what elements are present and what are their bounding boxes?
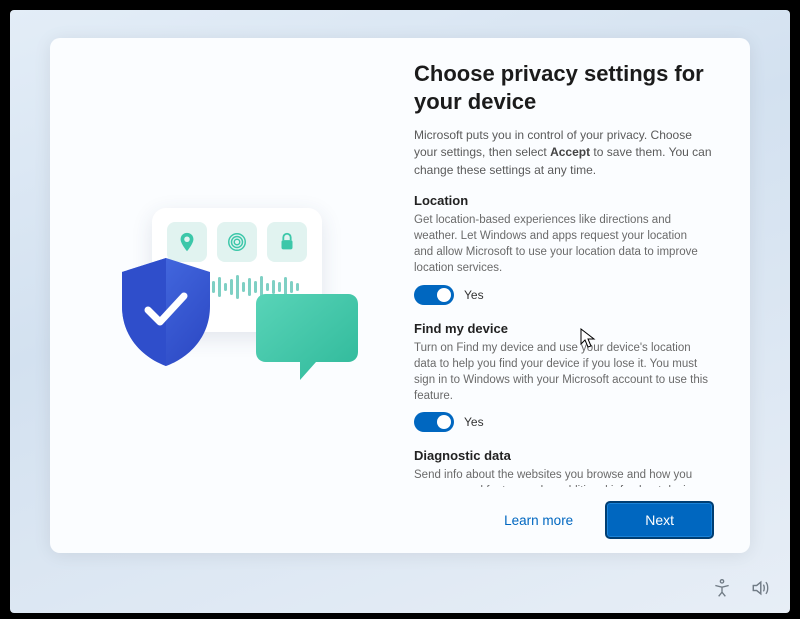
toggle-label: Yes — [464, 415, 484, 429]
intro-text-bold: Accept — [550, 145, 590, 159]
chat-bubble-icon — [252, 286, 372, 386]
accessibility-icon[interactable] — [712, 578, 732, 603]
fingerprint-icon — [217, 222, 257, 262]
setting-find-my-device: Find my device Turn on Find my device an… — [414, 321, 708, 432]
learn-more-link[interactable]: Learn more — [494, 505, 583, 536]
oobe-desktop: Choose privacy settings for your device … — [10, 10, 790, 613]
find-my-device-toggle[interactable] — [414, 412, 454, 432]
lock-icon — [267, 222, 307, 262]
shield-check-icon — [116, 254, 216, 372]
setting-desc: Get location-based experiences like dire… — [414, 212, 708, 276]
setting-desc: Turn on Find my device and use your devi… — [414, 340, 708, 404]
system-tray — [712, 578, 770, 603]
privacy-illustration — [102, 196, 362, 396]
page-title: Choose privacy settings for your device — [414, 60, 720, 115]
next-button[interactable]: Next — [605, 501, 714, 539]
setting-title: Find my device — [414, 321, 708, 336]
privacy-settings-card: Choose privacy settings for your device … — [50, 38, 750, 553]
setting-location: Location Get location-based experiences … — [414, 193, 708, 304]
setting-title: Location — [414, 193, 708, 208]
footer-actions: Learn more Next — [414, 487, 720, 539]
setting-diagnostic-data: Diagnostic data Send info about the webs… — [414, 448, 708, 487]
location-toggle[interactable] — [414, 285, 454, 305]
setting-desc: Send info about the websites you browse … — [414, 467, 708, 487]
illustration-pane — [50, 38, 414, 553]
volume-icon[interactable] — [750, 578, 770, 603]
content-pane: Choose privacy settings for your device … — [414, 38, 750, 553]
toggle-label: Yes — [464, 288, 484, 302]
settings-scroll[interactable]: Location Get location-based experiences … — [414, 193, 726, 487]
setting-title: Diagnostic data — [414, 448, 708, 463]
page-intro: Microsoft puts you in control of your pr… — [414, 127, 720, 179]
